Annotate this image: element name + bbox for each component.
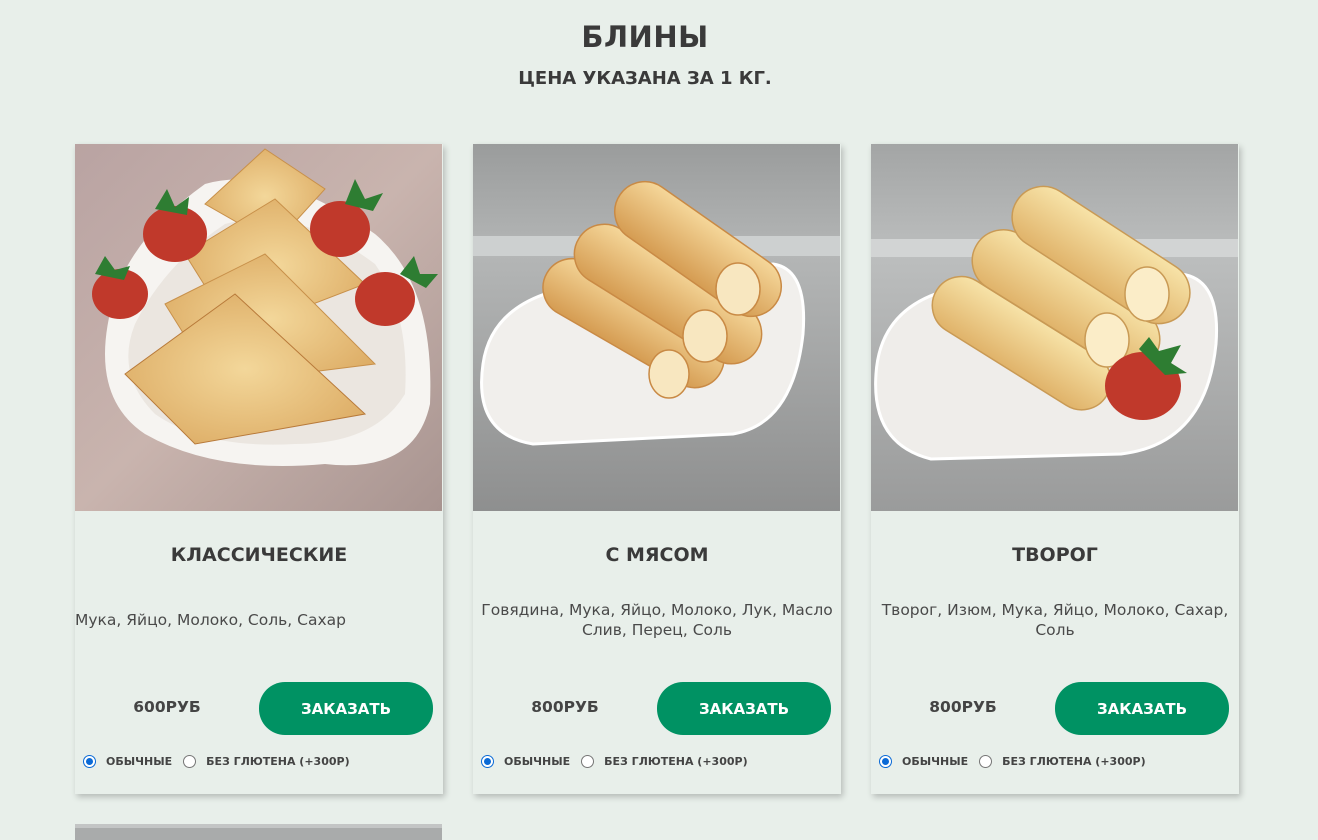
option-regular-label[interactable]: ОБЫЧНЫЕ bbox=[902, 755, 968, 768]
radio-regular[interactable] bbox=[879, 754, 892, 768]
option-gluten-free-label[interactable]: БЕЗ ГЛЮТЕНА (+300Р) bbox=[1002, 755, 1145, 768]
product-photo-meat[interactable] bbox=[473, 144, 840, 511]
order-button[interactable]: ЗАКАЗАТЬ bbox=[1055, 682, 1229, 735]
option-regular-label[interactable]: ОБЫЧНЫЕ bbox=[504, 755, 570, 768]
product-ingredients: Говядина, Мука, Яйцо, Молоко, Лук, Масло… bbox=[481, 601, 833, 639]
product-photo-tvorog[interactable] bbox=[871, 144, 1238, 511]
product-title: КЛАССИЧЕСКИЕ bbox=[170, 544, 348, 566]
product-ingredients: Творог, Изюм, Мука, Яйцо, Молоко, Сахар,… bbox=[881, 601, 1229, 639]
product-price: 800РУБ bbox=[929, 698, 997, 716]
product-photo-next[interactable] bbox=[75, 824, 442, 840]
radio-gluten-free[interactable] bbox=[183, 754, 197, 768]
variant-options: ОБЫЧНЫЕ БЕЗ ГЛЮТЕНА (+300Р) bbox=[879, 751, 1239, 771]
radio-gluten-free[interactable] bbox=[581, 754, 595, 768]
product-card-classic: КЛАССИЧЕСКИЕ Мука, Яйцо, Молоко, Соль, С… bbox=[75, 144, 443, 794]
variant-options: ОБЫЧНЫЕ БЕЗ ГЛЮТЕНА (+300Р) bbox=[481, 751, 841, 771]
page-subtitle: ЦЕНА УКАЗАНА ЗА 1 КГ. bbox=[518, 68, 772, 89]
product-ingredients: Мука, Яйцо, Молоко, Соль, Сахар bbox=[75, 611, 346, 629]
product-title: ТВОРОГ bbox=[1012, 544, 1098, 566]
product-title: С МЯСОМ bbox=[605, 544, 709, 566]
product-price: 800РУБ bbox=[531, 698, 599, 716]
product-card-tvorog: ТВОРОГ Творог, Изюм, Мука, Яйцо, Молоко,… bbox=[871, 144, 1239, 794]
option-regular-label[interactable]: ОБЫЧНЫЕ bbox=[106, 755, 172, 768]
order-button[interactable]: ЗАКАЗАТЬ bbox=[259, 682, 433, 735]
product-card-meat: С МЯСОМ Говядина, Мука, Яйцо, Молоко, Лу… bbox=[473, 144, 841, 794]
radio-regular[interactable] bbox=[481, 754, 494, 768]
option-gluten-free-label[interactable]: БЕЗ ГЛЮТЕНА (+300Р) bbox=[604, 755, 747, 768]
order-button[interactable]: ЗАКАЗАТЬ bbox=[657, 682, 831, 735]
product-photo-classic[interactable] bbox=[75, 144, 442, 511]
option-gluten-free-label[interactable]: БЕЗ ГЛЮТЕНА (+300Р) bbox=[206, 755, 349, 768]
product-price: 600РУБ bbox=[133, 698, 201, 716]
radio-gluten-free[interactable] bbox=[979, 754, 993, 768]
page-title: БЛИНЫ bbox=[581, 20, 709, 54]
radio-regular[interactable] bbox=[83, 754, 96, 768]
variant-options: ОБЫЧНЫЕ БЕЗ ГЛЮТЕНА (+300Р) bbox=[83, 751, 443, 771]
